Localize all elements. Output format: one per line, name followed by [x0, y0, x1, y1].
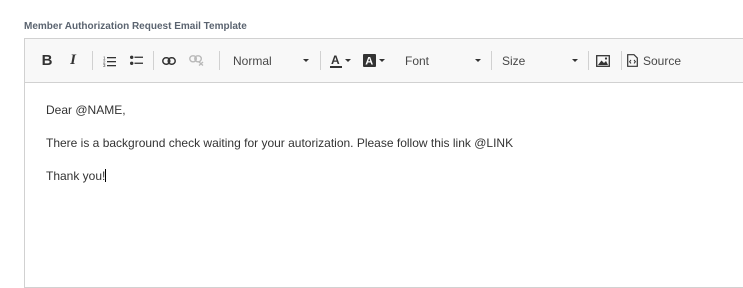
size-select[interactable]: Size	[494, 39, 584, 82]
background-color-button[interactable]: A	[360, 39, 388, 82]
toolbar-separator	[92, 51, 93, 70]
toolbar-separator	[219, 51, 220, 70]
source-icon	[627, 54, 638, 67]
greeting-line: Dear @NAME,	[46, 103, 126, 117]
image-button[interactable]	[593, 39, 613, 82]
font-select[interactable]: Font	[397, 39, 487, 82]
numbered-list-icon: 1 2 3	[103, 55, 116, 67]
background-color-icon: A	[363, 54, 376, 67]
chevron-down-icon	[475, 59, 481, 62]
editor-toolbar: B I 1 2 3 Normal A A Font Size Source	[25, 39, 743, 83]
text-color-button[interactable]: A	[326, 39, 354, 82]
text-cursor	[105, 169, 107, 182]
image-icon	[596, 54, 610, 67]
chevron-down-icon	[379, 59, 385, 62]
italic-button[interactable]: I	[65, 39, 81, 82]
closing-text: Thank you!	[46, 169, 106, 183]
size-value: Size	[502, 53, 526, 68]
toolbar-separator	[491, 51, 492, 70]
bulleted-list-button[interactable]	[127, 39, 145, 82]
svg-text:A: A	[365, 56, 373, 68]
chevron-down-icon	[303, 59, 309, 62]
format-select[interactable]: Normal	[225, 39, 315, 82]
chevron-down-icon	[572, 59, 578, 62]
italic-icon: I	[70, 52, 76, 68]
source-label: Source	[643, 53, 682, 68]
font-value: Font	[405, 53, 430, 68]
closing-line: Thank you!	[46, 168, 743, 184]
body-line: There is a background check waiting for …	[46, 136, 514, 150]
numbered-list-button[interactable]: 1 2 3	[100, 39, 118, 82]
toolbar-separator	[588, 51, 589, 70]
toolbar-separator	[621, 51, 622, 70]
chevron-down-icon	[344, 59, 351, 62]
svg-text:3: 3	[103, 63, 106, 67]
editor-content[interactable]: Dear @NAME, There is a background check …	[46, 102, 743, 201]
rich-text-editor: B I 1 2 3 Normal A A Font Size Source De…	[24, 38, 743, 288]
unlink-button[interactable]	[187, 39, 205, 82]
text-color-icon: A	[329, 54, 342, 68]
bold-icon: B	[41, 52, 53, 69]
svg-text:A: A	[331, 54, 340, 67]
unlink-icon	[188, 55, 203, 66]
toolbar-separator	[153, 51, 154, 70]
bulleted-list-icon	[129, 55, 143, 65]
link-button[interactable]	[160, 39, 178, 82]
field-label: Member Authorization Request Email Templ…	[24, 21, 247, 32]
toolbar-separator	[320, 51, 321, 70]
link-icon	[162, 56, 176, 65]
bold-button[interactable]: B	[39, 39, 55, 82]
format-value: Normal	[233, 53, 272, 68]
source-button[interactable]: Source	[627, 39, 689, 82]
